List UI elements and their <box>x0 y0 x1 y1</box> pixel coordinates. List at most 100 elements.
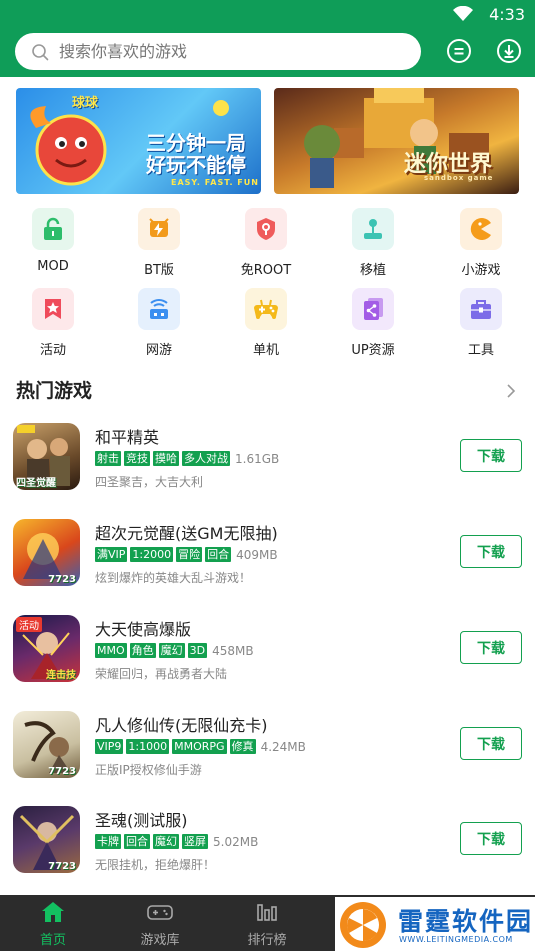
game-list-item[interactable]: 活动 连击技 大天使高爆版 MMO 角色 魔幻 3D 458MB 荣耀回归，再战… <box>0 615 535 703</box>
game-list-item[interactable]: 7723 圣魂(测试服) 卡牌 回合 魔幻 竖屏 5.02MB 无限挂机，拒绝爆… <box>0 806 535 894</box>
nav-rankings[interactable]: 排行榜 <box>227 901 307 948</box>
game-icon-badge: 活动 <box>16 617 42 632</box>
game-tag: 竖屏 <box>182 834 208 849</box>
game-name: 和平精英 <box>95 428 160 447</box>
search-input[interactable] <box>59 42 399 61</box>
category-port[interactable]: 移植 <box>333 208 413 278</box>
wifi-icon <box>453 6 473 21</box>
category-label: UP资源 <box>351 343 395 358</box>
bar-chart-icon <box>257 904 277 921</box>
game-size: 4.24MB <box>260 739 306 754</box>
game-description: 荣耀回归，再战勇者大陆 <box>95 667 228 681</box>
game-icon: 7723 <box>13 806 80 873</box>
banner-subtitle: EASY. FAST. FUN <box>171 178 259 187</box>
category-icon-box <box>32 288 74 330</box>
game-tag: VIP9 <box>95 739 124 754</box>
pacman-icon <box>470 218 491 240</box>
category-icon-box <box>245 288 287 330</box>
category-bt[interactable]: BT版 <box>119 208 199 278</box>
category-icon-box <box>352 288 394 330</box>
category-label: 移植 <box>359 263 386 278</box>
banner-title: 球球 <box>72 96 99 111</box>
category-icon-box <box>460 288 502 330</box>
download-button[interactable]: 下载 <box>460 822 522 855</box>
banner-slogan: 三分钟一局 好玩不能停 <box>146 132 246 176</box>
nav-game-library[interactable]: 游戏库 <box>120 901 200 948</box>
toolbox-icon <box>471 300 491 319</box>
game-tag: 魔幻 <box>153 834 179 849</box>
category-icon-box <box>138 288 180 330</box>
game-size: 409MB <box>236 547 278 562</box>
game-list-item[interactable]: 7723 凡人修仙传(无限仙充卡) VIP9 1:1000 MMORPG 修真 … <box>0 711 535 799</box>
home-icon <box>42 902 64 922</box>
game-icon-label: 7723 <box>48 574 76 585</box>
game-tag: 射击 <box>95 451 121 466</box>
status-bar: 4:33 <box>0 0 535 30</box>
banner-slogan-line1: 三分钟一局 <box>146 131 246 155</box>
category-label: BT版 <box>144 263 174 278</box>
category-online-games[interactable]: 网游 <box>119 288 199 358</box>
watermark-url: WWW.LEITINGMEDIA.COM <box>399 935 513 944</box>
banner-ball-game[interactable]: 球球 三分钟一局 好玩不能停 EASY. FAST. FUN <box>16 88 261 194</box>
joystick-icon <box>364 219 382 239</box>
search-box[interactable] <box>15 33 421 70</box>
category-mod[interactable]: MOD <box>13 208 93 274</box>
bt-icon <box>149 218 169 237</box>
chevron-right-icon[interactable] <box>506 383 516 399</box>
game-list-item[interactable]: 7723 超次元觉醒(送GM无限抽) 满VIP 1:2000 冒险 回合 409… <box>0 519 535 607</box>
network-icon <box>150 299 168 319</box>
category-no-root[interactable]: 免ROOT <box>226 208 306 278</box>
download-manager-icon[interactable] <box>496 38 522 64</box>
game-name: 凡人修仙传(无限仙充卡) <box>95 716 268 735</box>
game-size: 458MB <box>212 643 254 658</box>
nav-label: 排行榜 <box>247 933 287 948</box>
game-description: 无限挂机，拒绝爆肝！ <box>95 858 216 872</box>
nav-home[interactable]: 首页 <box>13 901 93 948</box>
download-button[interactable]: 下载 <box>460 439 522 472</box>
category-label: 网游 <box>145 343 172 358</box>
banner-slogan-line2: 好玩不能停 <box>146 153 246 177</box>
game-tag: 3D <box>187 643 208 658</box>
download-button[interactable]: 下载 <box>460 631 522 664</box>
game-tag: 1:1000 <box>126 739 170 754</box>
game-name: 大天使高爆版 <box>95 620 192 639</box>
game-tags: VIP9 1:1000 MMORPG 修真 4.24MB <box>95 739 306 754</box>
watermark-text: 雷霆软件园 <box>398 907 534 936</box>
game-description: 炫到爆炸的英雄大乱斗游戏！ <box>95 571 252 585</box>
app-header: 4:33 <box>0 0 535 77</box>
category-icon-box <box>460 208 502 250</box>
game-icon-label: 四圣觉醒 <box>16 478 56 489</box>
category-tools[interactable]: 工具 <box>441 288 521 358</box>
banner-subtitle: sandbox game <box>424 174 494 182</box>
game-tag: 1:2000 <box>130 547 174 562</box>
game-tag: 卡牌 <box>95 834 121 849</box>
game-tags: 射击 竞技 摸哈 多人对战 1.61GB <box>95 451 279 466</box>
game-icon: 7723 <box>13 711 80 778</box>
game-name: 圣魂(测试服) <box>95 811 188 830</box>
share-icon <box>364 298 383 320</box>
category-label: 活动 <box>39 343 66 358</box>
game-tags: 满VIP 1:2000 冒险 回合 409MB <box>95 547 278 562</box>
game-tag: 多人对战 <box>182 451 230 466</box>
search-icon <box>32 43 49 60</box>
message-icon[interactable] <box>446 38 472 64</box>
game-tag: 回合 <box>124 834 150 849</box>
game-list-item[interactable]: 四圣觉醒 和平精英 射击 竞技 摸哈 多人对战 1.61GB 四圣聚吉，大吉大利… <box>0 423 535 511</box>
download-button[interactable]: 下载 <box>460 535 522 568</box>
game-tag: 回合 <box>205 547 232 562</box>
watermark-logo <box>340 902 386 948</box>
game-tag: 竞技 <box>124 451 150 466</box>
download-button[interactable]: 下载 <box>460 727 522 760</box>
game-tag: 角色 <box>129 643 156 658</box>
category-events[interactable]: 活动 <box>13 288 93 358</box>
category-offline-games[interactable]: 单机 <box>226 288 306 358</box>
banner-mini-world[interactable]: 迷你世界 sandbox game <box>274 88 519 194</box>
game-tag: 摸哈 <box>153 451 179 466</box>
category-mini-games[interactable]: 小游戏 <box>441 208 521 278</box>
game-tag: 魔幻 <box>158 643 185 658</box>
game-icon-label: 连击技 <box>46 670 76 681</box>
game-tag: 满VIP <box>95 547 128 562</box>
status-time: 4:33 <box>489 5 525 24</box>
category-up-resources[interactable]: UP资源 <box>333 288 413 358</box>
game-tag: MMO <box>95 643 127 658</box>
